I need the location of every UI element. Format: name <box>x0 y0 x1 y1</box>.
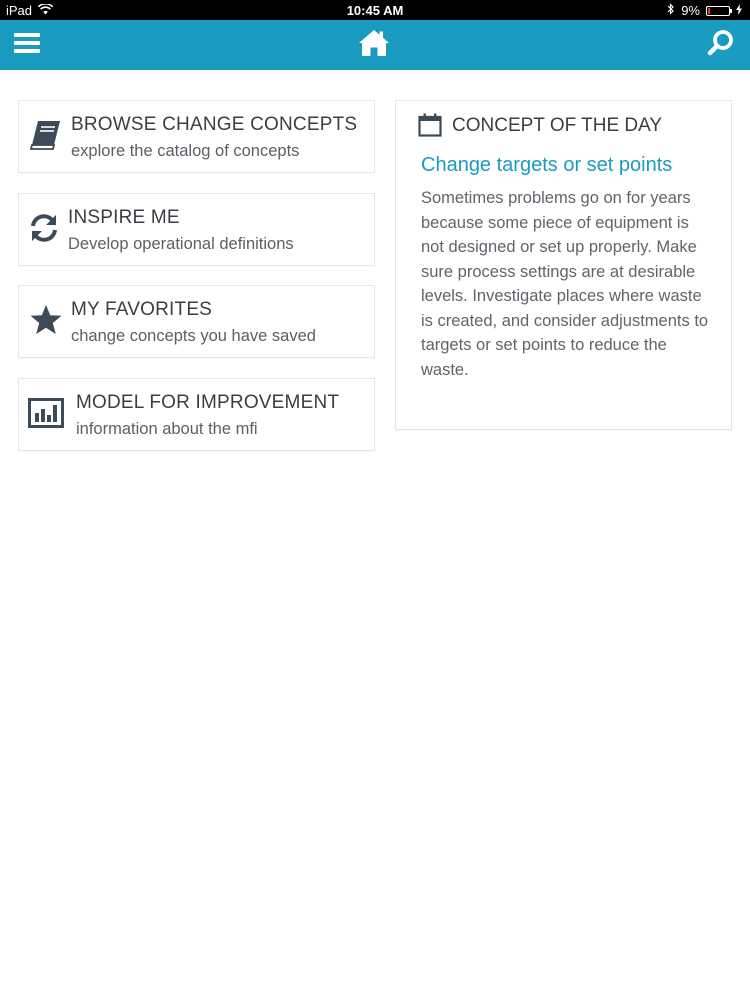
concept-of-the-day-heading: CONCEPT OF THE DAY <box>452 115 663 136</box>
charging-icon <box>736 3 742 18</box>
concept-title-link[interactable]: Change targets or set points <box>421 154 672 177</box>
status-time: 10:45 AM <box>346 3 404 18</box>
refresh-icon <box>26 210 62 246</box>
menu-item-subtitle: change concepts you have saved <box>71 327 316 345</box>
top-navigation-bar <box>0 20 750 70</box>
search-button[interactable] <box>704 28 738 62</box>
menu-item-title: MY FAVORITES <box>71 299 213 320</box>
bluetooth-icon <box>667 3 675 18</box>
battery-icon <box>706 5 732 16</box>
inspire-me-card[interactable]: INSPIRE ME Develop operational definitio… <box>18 193 375 266</box>
model-for-improvement-card[interactable]: MODEL FOR IMPROVEMENT information about … <box>18 378 375 451</box>
wifi-icon <box>37 3 54 18</box>
home-icon <box>358 29 390 62</box>
bar-chart-icon <box>28 395 64 431</box>
concept-description: Sometimes problems go on for years becau… <box>421 189 709 379</box>
my-favorites-card[interactable]: MY FAVORITES change concepts you have sa… <box>18 285 375 358</box>
book-icon <box>28 117 64 153</box>
concept-of-the-day-card: CONCEPT OF THE DAY Change targets or set… <box>395 100 732 430</box>
device-label: iPad <box>6 3 33 18</box>
menu-button[interactable] <box>10 28 44 62</box>
menu-item-title: BROWSE CHANGE CONCEPTS <box>71 114 358 135</box>
star-icon <box>28 302 64 338</box>
browse-change-concepts-card[interactable]: BROWSE CHANGE CONCEPTS explore the catal… <box>18 100 375 173</box>
menu-item-subtitle: Develop operational definitions <box>68 235 294 253</box>
menu-item-subtitle: information about the mfi <box>76 420 258 438</box>
search-icon <box>707 29 735 62</box>
menu-item-title: MODEL FOR IMPROVEMENT <box>76 392 340 413</box>
hamburger-menu-icon <box>14 32 40 59</box>
menu-item-title: INSPIRE ME <box>68 207 180 228</box>
menu-item-subtitle: explore the catalog of concepts <box>71 142 300 160</box>
battery-percent: 9% <box>681 3 700 18</box>
home-button[interactable] <box>357 28 391 62</box>
calendar-icon <box>418 113 442 137</box>
status-bar: iPad 10:45 AM 9% <box>0 0 750 20</box>
